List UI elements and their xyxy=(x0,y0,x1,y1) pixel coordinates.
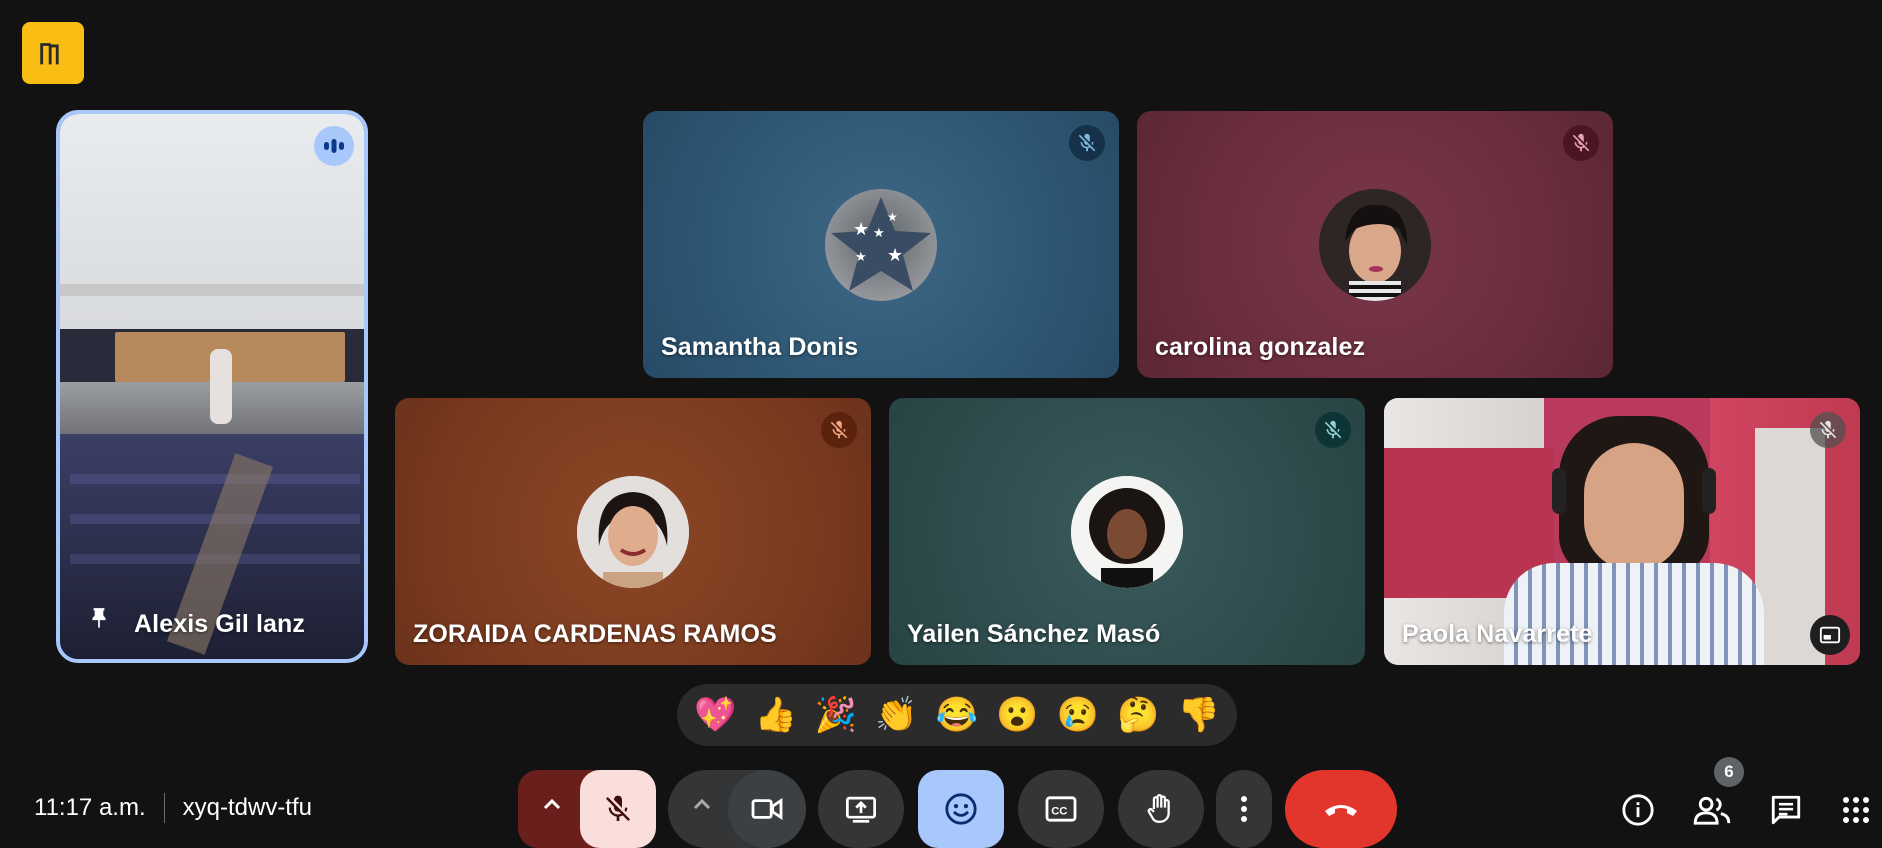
reaction-sparkling-heart[interactable]: 💖 xyxy=(688,688,742,742)
raise-hand-icon xyxy=(1147,794,1170,823)
info-icon xyxy=(1622,794,1654,826)
mic-off-icon xyxy=(606,795,630,821)
mic-off-icon xyxy=(1819,420,1837,439)
mic-off-icon xyxy=(830,420,848,439)
emoji-icon xyxy=(945,793,977,825)
microphone-button[interactable] xyxy=(580,770,656,848)
picture-in-picture-icon xyxy=(1819,626,1841,644)
participant-name: Yailen Sánchez Masó xyxy=(907,620,1161,648)
participant-name: Alexis Gil lanz xyxy=(134,610,306,638)
reaction-thinking[interactable]: 🤔 xyxy=(1111,688,1165,742)
videocam-icon xyxy=(751,797,783,821)
reaction-thumbs-up[interactable]: 👍 xyxy=(749,688,803,742)
participant-name: Paola Navarrete xyxy=(1402,620,1593,648)
participant-name: Samantha Donis xyxy=(661,333,859,361)
participant-tile-carolina[interactable]: carolina gonzalez xyxy=(1137,111,1613,378)
reaction-crying[interactable]: 😢 xyxy=(1051,688,1105,742)
chevron-up-icon xyxy=(693,798,711,809)
reaction-laughing[interactable]: 😂 xyxy=(930,688,984,742)
meeting-details: 11:17 a.m. xyq-tdwv-tfu xyxy=(34,788,312,828)
participant-video xyxy=(60,114,364,659)
more-options-button[interactable] xyxy=(1216,770,1272,848)
participant-tile-samantha[interactable]: ★ ★ ★ ★ ★ Samantha Donis xyxy=(643,111,1119,378)
svg-text:★: ★ xyxy=(887,245,903,265)
person-photo-icon xyxy=(577,475,689,588)
leave-call-button[interactable] xyxy=(1285,770,1397,848)
svg-text:CC: CC xyxy=(1051,806,1067,818)
avatar: ★ ★ ★ ★ ★ xyxy=(825,188,937,301)
mic-off-icon xyxy=(1324,420,1342,439)
reaction-thumbs-down[interactable]: 👎 xyxy=(1172,688,1226,742)
muted-indicator xyxy=(1563,125,1599,161)
muted-indicator xyxy=(821,412,857,448)
audio-level-icon xyxy=(324,139,344,153)
avatar xyxy=(577,475,689,588)
participant-count: 6 xyxy=(1724,762,1734,781)
participant-count-badge: 6 xyxy=(1714,757,1744,787)
present-screen-button[interactable] xyxy=(818,770,904,848)
star-avatar-icon: ★ ★ ★ ★ ★ xyxy=(831,196,931,291)
present-screen-icon xyxy=(846,796,876,823)
muted-indicator xyxy=(1810,412,1846,448)
meeting-code: xyq-tdwv-tfu xyxy=(182,794,312,821)
people-icon xyxy=(1693,796,1731,825)
captions-button[interactable]: CC xyxy=(1018,770,1104,848)
mic-off-icon xyxy=(1572,133,1590,152)
person-photo-icon xyxy=(1319,188,1431,301)
svg-text:★: ★ xyxy=(853,219,869,239)
meeting-details-button[interactable] xyxy=(1614,786,1662,834)
chat-icon xyxy=(1771,795,1801,825)
svg-text:★: ★ xyxy=(887,210,898,224)
svg-text:★: ★ xyxy=(855,249,867,264)
divider xyxy=(163,793,165,823)
reaction-party-popper[interactable]: 🎉 xyxy=(809,688,863,742)
video-options-button[interactable] xyxy=(672,770,732,837)
captions-icon: CC xyxy=(1045,796,1077,822)
frame-toggle-button[interactable] xyxy=(1810,615,1850,655)
mic-off-icon xyxy=(1078,133,1096,152)
participant-tile-yailen[interactable]: Yailen Sánchez Masó xyxy=(889,398,1365,665)
speaking-indicator xyxy=(314,126,354,166)
svg-text:★: ★ xyxy=(873,225,885,240)
send-reaction-button[interactable] xyxy=(918,770,1004,848)
participant-tile-zoraida[interactable]: ZORAIDA CARDENAS RAMOS xyxy=(395,398,871,665)
participant-name: carolina gonzalez xyxy=(1155,333,1366,361)
activities-button[interactable] xyxy=(1832,786,1880,834)
avatar xyxy=(1071,475,1183,588)
more-vert-icon xyxy=(1241,796,1247,822)
person-photo-icon xyxy=(1071,475,1183,588)
apps-grid-icon xyxy=(1843,797,1869,823)
app-logo[interactable] xyxy=(22,22,84,84)
call-end-icon xyxy=(1325,805,1357,816)
raise-hand-button[interactable] xyxy=(1118,770,1204,848)
chat-button[interactable] xyxy=(1762,786,1810,834)
reaction-surprised[interactable]: 😮 xyxy=(990,688,1044,742)
camera-button[interactable] xyxy=(728,770,806,848)
reaction-bar: 💖 👍 🎉 👏 😂 😮 😢 🤔 👎 xyxy=(677,684,1237,746)
people-button[interactable] xyxy=(1688,786,1736,834)
participant-tile-alexis[interactable]: Alexis Gil lanz xyxy=(56,110,368,663)
pin-icon[interactable] xyxy=(86,605,112,633)
meeting-time: 11:17 a.m. xyxy=(34,794,146,821)
participant-tile-paola[interactable]: Paola Navarrete xyxy=(1384,398,1860,665)
muted-indicator xyxy=(1315,412,1351,448)
audio-options-button[interactable] xyxy=(518,770,586,837)
meet-logo-icon xyxy=(40,43,59,65)
reaction-clapping[interactable]: 👏 xyxy=(870,688,924,742)
muted-indicator xyxy=(1069,125,1105,161)
participant-name: ZORAIDA CARDENAS RAMOS xyxy=(413,620,777,648)
avatar xyxy=(1319,188,1431,301)
chevron-up-icon xyxy=(543,798,561,809)
